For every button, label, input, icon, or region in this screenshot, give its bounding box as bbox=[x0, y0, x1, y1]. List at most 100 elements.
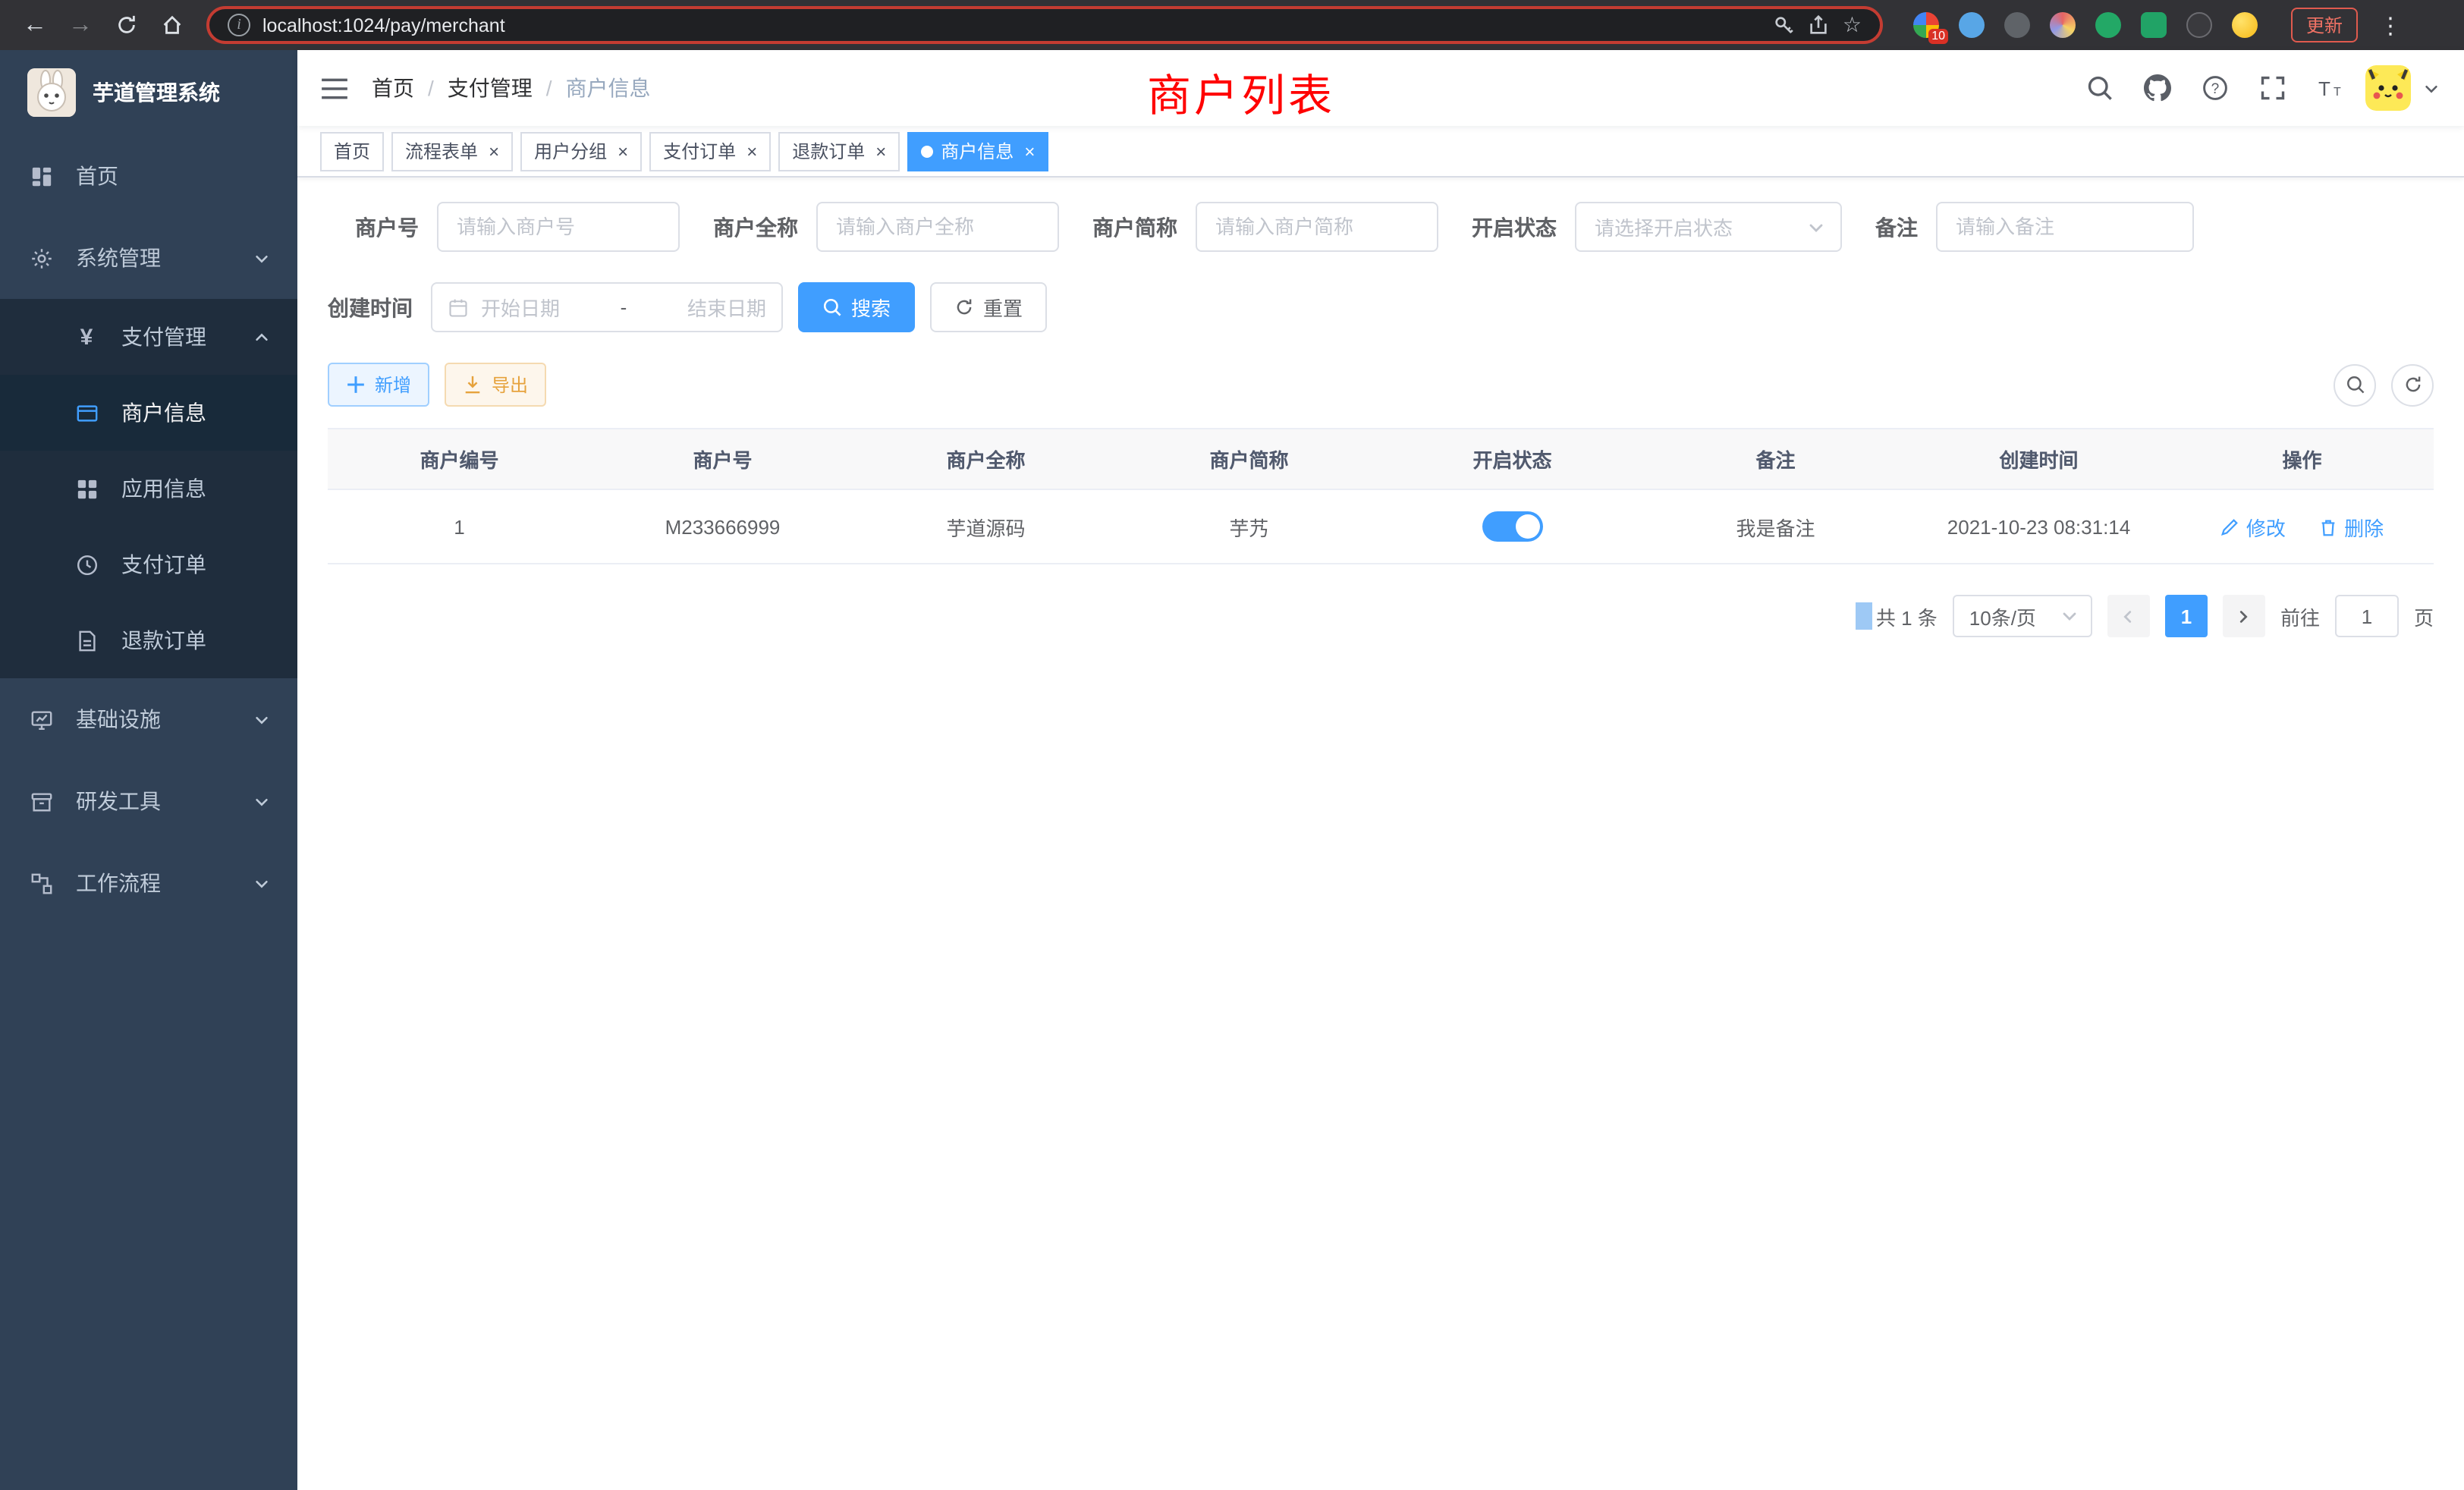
close-icon[interactable]: × bbox=[486, 142, 499, 160]
tab-merchant-info[interactable]: 商户信息 × bbox=[907, 131, 1048, 171]
export-button[interactable]: 导出 bbox=[445, 363, 546, 407]
reload-icon[interactable] bbox=[106, 5, 146, 45]
github-icon[interactable] bbox=[2135, 65, 2180, 111]
add-button[interactable]: 新增 bbox=[328, 363, 429, 407]
extension-icon-green-check[interactable] bbox=[2095, 12, 2121, 38]
close-icon[interactable]: × bbox=[1021, 142, 1035, 160]
docs-help-icon[interactable]: ? bbox=[2192, 65, 2238, 111]
sidebar-item-merchant-info[interactable]: 商户信息 bbox=[0, 375, 297, 451]
merchant-no-input[interactable] bbox=[437, 202, 680, 252]
bookmark-star-icon[interactable]: ☆ bbox=[1843, 12, 1862, 38]
sidebar-item-workflow[interactable]: 工作流程 bbox=[0, 842, 297, 924]
merchant-short-input[interactable] bbox=[1196, 202, 1438, 252]
tab-pay-order[interactable]: 支付订单 × bbox=[649, 131, 771, 171]
header-search-icon[interactable] bbox=[2077, 65, 2123, 111]
tab-refund-order[interactable]: 退款订单 × bbox=[778, 131, 900, 171]
pagination-total: 共 1 条 bbox=[1876, 602, 1938, 630]
extension-icon-emoji[interactable] bbox=[2232, 12, 2258, 38]
address-bar[interactable]: i localhost:1024/pay/merchant ☆ bbox=[206, 6, 1883, 44]
avatar-caret-icon[interactable] bbox=[2423, 80, 2440, 96]
share-icon[interactable] bbox=[1808, 14, 1831, 36]
sidebar-item-label: 基础设施 bbox=[76, 704, 161, 734]
chevron-down-icon bbox=[253, 875, 270, 891]
tab-label: 首页 bbox=[334, 138, 370, 164]
sidebar-item-home[interactable]: 首页 bbox=[0, 135, 297, 217]
delete-link[interactable]: 删除 bbox=[2318, 512, 2384, 541]
remark-label: 备注 bbox=[1875, 212, 1918, 242]
add-button-label: 新增 bbox=[375, 372, 411, 398]
close-icon[interactable]: × bbox=[743, 142, 757, 160]
tab-home[interactable]: 首页 bbox=[320, 131, 384, 171]
fullscreen-icon[interactable] bbox=[2250, 65, 2296, 111]
sidebar: 芋道管理系统 首页 系统管理 ¥ 支付管理 bbox=[0, 50, 297, 1490]
breadcrumb-home[interactable]: 首页 bbox=[372, 73, 414, 103]
search-button[interactable]: 搜索 bbox=[798, 282, 915, 332]
active-tab-dot bbox=[921, 145, 933, 157]
page-number-button[interactable]: 1 bbox=[2165, 595, 2208, 637]
refund-doc-icon bbox=[73, 629, 100, 652]
cell-merchant-short: 芋艿 bbox=[1117, 489, 1381, 564]
sidebar-logo-row[interactable]: 芋道管理系统 bbox=[0, 50, 297, 135]
sidebar-item-pay-order[interactable]: 支付订单 bbox=[0, 527, 297, 602]
prev-page-icon[interactable] bbox=[2107, 595, 2150, 637]
refresh-table-icon[interactable] bbox=[2391, 363, 2434, 406]
filter-row-1: 商户号 商户全称 商户简称 开启状态 请选择开启状态 备注 bbox=[328, 202, 2434, 252]
browser-menu-icon[interactable]: ⋮ bbox=[2373, 11, 2408, 39]
date-end-placeholder: 结束日期 bbox=[687, 293, 766, 322]
table-row: 1 M233666999 芋道源码 芋艿 我是备注 2021-10-23 08:… bbox=[328, 489, 2434, 564]
breadcrumb-payment[interactable]: 支付管理 bbox=[448, 73, 533, 103]
sidebar-item-devtools[interactable]: 研发工具 bbox=[0, 760, 297, 842]
payment-menu-group: ¥ 支付管理 商户信息 应用信息 bbox=[0, 299, 297, 678]
extension-icon-knot[interactable] bbox=[2186, 12, 2212, 38]
next-page-icon[interactable] bbox=[2223, 595, 2265, 637]
edit-link[interactable]: 修改 bbox=[2220, 512, 2286, 541]
password-key-icon[interactable] bbox=[1773, 14, 1796, 36]
extension-icon-dark[interactable] bbox=[2004, 12, 2030, 38]
extension-icon-colorful[interactable]: 10 bbox=[1913, 12, 1939, 38]
status-select[interactable]: 请选择开启状态 bbox=[1575, 202, 1842, 252]
toggle-search-icon[interactable] bbox=[2334, 363, 2376, 406]
merchant-name-input[interactable] bbox=[816, 202, 1059, 252]
table-header-row: 商户编号 商户号 商户全称 商户简称 开启状态 备注 创建时间 操作 bbox=[328, 429, 2434, 489]
search-button-label: 搜索 bbox=[851, 293, 891, 322]
col-header-create-time: 创建时间 bbox=[1907, 429, 2170, 489]
update-button[interactable]: 更新 bbox=[2291, 8, 2358, 42]
edit-link-label: 修改 bbox=[2246, 512, 2286, 541]
home-icon[interactable] bbox=[152, 5, 191, 45]
sidebar-item-payment[interactable]: ¥ 支付管理 bbox=[0, 299, 297, 375]
toolbox-icon bbox=[27, 790, 55, 813]
col-header-status: 开启状态 bbox=[1381, 429, 1644, 489]
date-range-picker[interactable]: 开始日期 - 结束日期 bbox=[431, 282, 783, 332]
forward-icon[interactable]: → bbox=[61, 5, 100, 45]
cell-actions: 修改 删除 bbox=[2170, 489, 2434, 564]
tab-process-form[interactable]: 流程表单 × bbox=[391, 131, 513, 171]
browser-toolbar: ← → i localhost:1024/pay/merchant ☆ 10 bbox=[0, 0, 2464, 50]
hamburger-icon[interactable] bbox=[297, 75, 372, 101]
status-toggle[interactable] bbox=[1482, 511, 1543, 542]
page-size-select[interactable]: 10条/页 bbox=[1953, 595, 2092, 637]
back-icon[interactable]: ← bbox=[15, 5, 55, 45]
close-icon[interactable]: × bbox=[614, 142, 628, 160]
sidebar-item-infra[interactable]: 基础设施 bbox=[0, 678, 297, 760]
reset-button[interactable]: 重置 bbox=[930, 282, 1047, 332]
goto-page-input[interactable] bbox=[2335, 595, 2399, 637]
sidebar-item-system[interactable]: 系统管理 bbox=[0, 217, 297, 299]
page-info-icon[interactable]: i bbox=[228, 14, 250, 36]
user-avatar[interactable] bbox=[2365, 65, 2411, 111]
extension-icon-blue-drop[interactable] bbox=[1959, 12, 1985, 38]
close-icon[interactable]: × bbox=[872, 142, 886, 160]
sidebar-item-app-info[interactable]: 应用信息 bbox=[0, 451, 297, 527]
yen-icon: ¥ bbox=[73, 324, 100, 350]
create-time-label: 创建时间 bbox=[328, 292, 413, 322]
extension-icon-rainbow[interactable] bbox=[2050, 12, 2076, 38]
remark-input[interactable] bbox=[1936, 202, 2194, 252]
cell-merchant-name: 芋道源码 bbox=[854, 489, 1117, 564]
delete-link-label: 删除 bbox=[2344, 512, 2384, 541]
tab-user-group[interactable]: 用户分组 × bbox=[520, 131, 642, 171]
sidebar-item-refund-order[interactable]: 退款订单 bbox=[0, 602, 297, 678]
font-size-icon[interactable]: TT bbox=[2308, 65, 2353, 111]
content-area: 商户号 商户全称 商户简称 开启状态 请选择开启状态 备注 bbox=[297, 178, 2464, 1490]
extension-icon-green-square[interactable] bbox=[2141, 12, 2167, 38]
breadcrumb-separator: / bbox=[546, 76, 552, 100]
cell-merchant-no: M233666999 bbox=[591, 489, 854, 564]
